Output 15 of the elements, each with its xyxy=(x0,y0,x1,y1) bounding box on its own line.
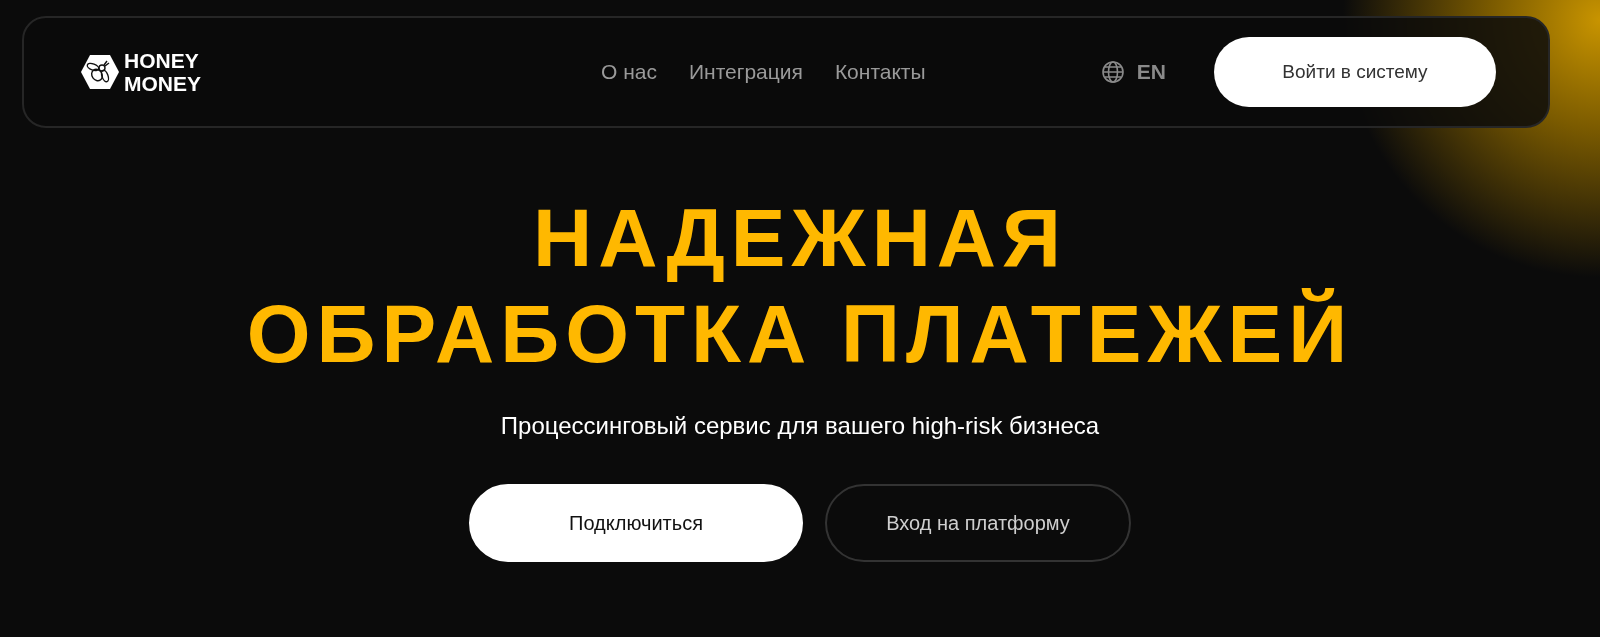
language-link[interactable]: EN xyxy=(1136,56,1166,88)
login-button[interactable]: Войти в систему xyxy=(1214,37,1496,107)
nav-link[interactable]: Контакты xyxy=(834,56,926,88)
hexagon-bee-logo-icon xyxy=(80,54,120,90)
platform-button[interactable]: Вход на платформу xyxy=(825,484,1131,562)
logo-text: HONEY xyxy=(124,49,200,72)
nav-link[interactable]: Интеграция xyxy=(688,56,803,88)
logo[interactable]: HONEY MONEY xyxy=(80,49,201,95)
nav-link[interactable]: О нас xyxy=(601,56,657,88)
connect-button[interactable]: Подключиться xyxy=(469,484,803,562)
hero-title: НАДЕЖНАЯ xyxy=(532,191,1068,285)
hero-title: ОБРАБОТКА ПЛАТЕЖЕЙ xyxy=(246,287,1354,381)
logo-text: MONEY xyxy=(124,72,201,95)
globe-icon xyxy=(1100,60,1125,84)
hero-subtitle: Процессинговый сервис для вашего high-risk бизнеса xyxy=(500,411,1100,441)
